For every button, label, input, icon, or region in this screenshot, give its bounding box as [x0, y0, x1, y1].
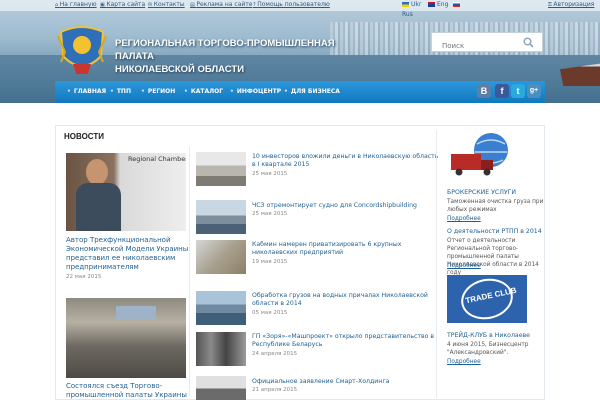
news-item-date-3: 19 мая 2015: [252, 259, 288, 265]
nav-region[interactable]: РЕГИОН: [141, 88, 175, 95]
main-navigation: ГЛАВНАЯ ТПП РЕГИОН КАТАЛОГ ИНФОЦЕНТР ДЛЯ…: [55, 81, 545, 103]
news-item-image-4[interactable]: [196, 291, 246, 325]
top-link-sitemap[interactable]: ▣ Карта сайта: [100, 1, 145, 8]
facebook-icon[interactable]: f: [495, 84, 509, 98]
featured-news-title-2[interactable]: Состоялся съезд Торгово-промышленной пал…: [66, 382, 191, 400]
featured-news-image-2[interactable]: [66, 298, 186, 378]
trade-club-more-link[interactable]: Подробнее: [447, 359, 481, 365]
news-item-title-5[interactable]: ГП «Зоря»-«Машпроект» открыло представит…: [252, 333, 442, 349]
site-header: ⌂ На главную ▣ Карта сайта ✉ Контакты ▤ …: [0, 0, 600, 103]
page: ⌂ На главную ▣ Карта сайта ✉ Контакты ▤ …: [0, 0, 600, 400]
top-link-home[interactable]: ⌂ На главную: [55, 1, 97, 8]
trade-club-image[interactable]: TRADE CLUB: [447, 274, 527, 324]
news-item-title-3[interactable]: Кабмин намерен приватизировать 6 крупных…: [252, 241, 442, 257]
search-icon[interactable]: [523, 37, 534, 48]
news-item-image-3[interactable]: [196, 240, 246, 274]
news-item-date-1: 25 мая 2015: [252, 171, 288, 177]
news-item-date-6: 21 апреля 2015: [252, 387, 298, 393]
news-item-image-6[interactable]: [196, 376, 246, 400]
top-link-login[interactable]: ⚿ Авторизация: [548, 1, 594, 8]
featured-news-date-1: 22 мая 2015: [66, 274, 102, 280]
ukraine-flag-icon: [402, 2, 409, 7]
news-item-image-5[interactable]: [196, 332, 246, 366]
news-item-image-1[interactable]: [196, 152, 246, 186]
news-item-title-4[interactable]: Обработка грузов на водных причалах Нико…: [252, 292, 442, 308]
report-title[interactable]: О деятельности РТПП в 2014: [447, 228, 542, 235]
news-section: НОВОСТИ Regional Chamber of Commerce and…: [55, 125, 545, 400]
coat-of-arms-logo[interactable]: [55, 22, 109, 78]
speaker-head: [86, 159, 108, 185]
featured-news-title-1[interactable]: Автор Трехфункциональной Экономической М…: [66, 236, 191, 272]
search-input[interactable]: [432, 37, 520, 55]
nav-for-business[interactable]: ДЛЯ БИЗНЕСА: [284, 88, 340, 95]
brokerage-image[interactable]: [447, 130, 527, 180]
speaker-body: [76, 183, 121, 231]
search-box: [431, 32, 543, 55]
top-link-help[interactable]: ? Помощь пользователю: [253, 1, 330, 8]
site-title-line-2: НИКОЛАЕВСКОЙ ОБЛАСТИ: [115, 64, 245, 75]
news-item-date-2: 25 мая 2015: [252, 211, 288, 217]
news-item-title-2[interactable]: ЧСЗ отремонтирует судно для Concordshipb…: [252, 202, 442, 210]
google-plus-icon[interactable]: g+: [527, 84, 541, 98]
trade-club-text: 4 июня 2015, Бизнесцентр "Александровски…: [447, 342, 529, 356]
column-divider: [189, 146, 190, 396]
report-text: Отчет о деятельности Региональной торгов…: [447, 238, 539, 276]
brokerage-text: Таможенная очистка груза при любых режим…: [447, 199, 544, 213]
uk-flag-icon: [428, 2, 435, 7]
news-item-image-2[interactable]: [196, 200, 246, 234]
lang-ukr[interactable]: Ukr: [402, 1, 421, 8]
trade-club-title[interactable]: ТРЕЙД-КЛУБ в Николаеве: [447, 332, 530, 339]
sidebar-divider: [436, 130, 437, 398]
lang-eng[interactable]: Eng: [428, 1, 448, 8]
conference-screen: [116, 306, 156, 320]
news-heading: НОВОСТИ: [64, 132, 105, 141]
featured-image-caption: Regional Chamber of Commerce and I: [128, 155, 186, 163]
top-link-advertising[interactable]: ▤ Реклама на сайте: [190, 1, 252, 8]
nav-infocenter[interactable]: ИНФОЦЕНТР: [230, 88, 281, 95]
featured-news-image-1[interactable]: Regional Chamber of Commerce and I: [66, 153, 186, 231]
lang-rus-label[interactable]: Rus: [402, 11, 413, 18]
lang-rus[interactable]: [453, 1, 462, 8]
report-more-link[interactable]: Подробнее: [447, 263, 481, 269]
news-item-date-5: 24 апреля 2015: [252, 351, 298, 357]
brokerage-title[interactable]: БРОКЕРСКИЕ УСЛУГИ: [447, 189, 516, 196]
nav-tpp[interactable]: ТПП: [110, 88, 131, 95]
nav-catalog[interactable]: КАТАЛОГ: [184, 88, 223, 95]
top-link-contacts[interactable]: ✉ Контакты: [148, 1, 185, 8]
site-title[interactable]: РЕГИОНАЛЬНАЯ ТОРГОВО-ПРОМЫШЛЕННАЯ ПАЛАТА…: [115, 37, 375, 76]
news-item-date-4: 05 мая 2015: [252, 310, 288, 316]
russia-flag-icon: [453, 2, 460, 7]
nav-home[interactable]: ГЛАВНАЯ: [67, 88, 106, 95]
brokerage-more-link[interactable]: Подробнее: [447, 216, 481, 222]
twitter-icon[interactable]: t: [511, 84, 525, 98]
site-title-line-1: РЕГИОНАЛЬНАЯ ТОРГОВО-ПРОМЫШЛЕННАЯ ПАЛАТА: [115, 38, 335, 62]
news-item-title-6[interactable]: Официальное заявление Смарт-Холдинга: [252, 378, 442, 386]
news-item-title-1[interactable]: 10 инвесторов вложили деньги в Николаевс…: [252, 153, 442, 169]
vk-icon[interactable]: B: [477, 84, 491, 98]
